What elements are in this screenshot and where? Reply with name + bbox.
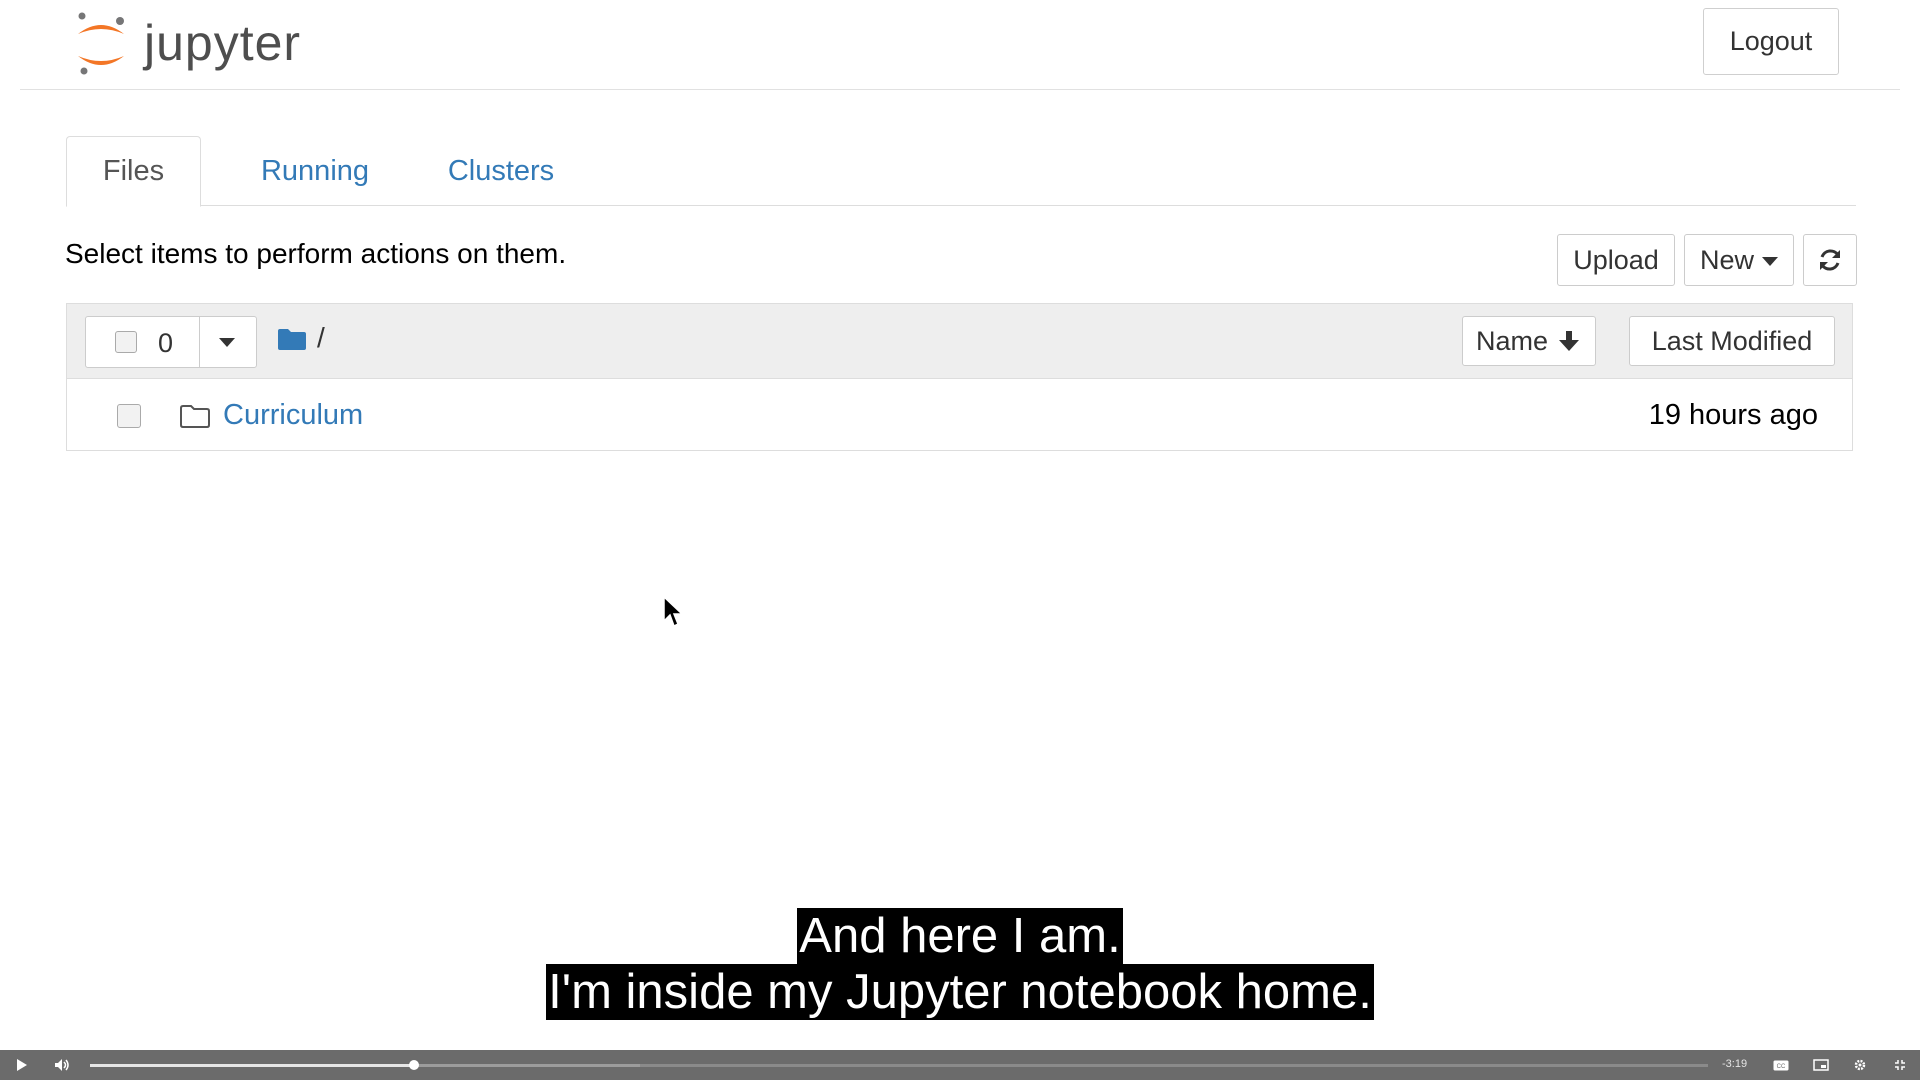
- file-list: 0 / Name Last Modified Curriculum 19 hou: [66, 303, 1853, 451]
- selected-count: 0: [158, 328, 174, 358]
- upload-button[interactable]: Upload: [1557, 234, 1675, 286]
- subtitles: And here I am. I'm inside my Jupyter not…: [0, 908, 1920, 1020]
- folder-outline-icon: [179, 403, 211, 434]
- settings-gear-icon[interactable]: [1850, 1050, 1870, 1080]
- tab-clusters[interactable]: Clusters: [426, 136, 576, 206]
- volume-icon[interactable]: [50, 1050, 74, 1080]
- progress-played: [90, 1064, 414, 1067]
- closed-captions-icon[interactable]: CC: [1770, 1050, 1792, 1080]
- progress-handle[interactable]: [408, 1060, 419, 1070]
- sort-by-modified-button[interactable]: Last Modified: [1629, 316, 1835, 366]
- caption-line-1: And here I am.: [797, 908, 1123, 964]
- sort-by-name-button[interactable]: Name: [1462, 316, 1596, 366]
- header-divider: [20, 89, 1900, 90]
- tab-running[interactable]: Running: [244, 136, 386, 206]
- jupyter-logo-icon: [78, 12, 124, 75]
- play-icon[interactable]: [12, 1050, 32, 1080]
- refresh-button[interactable]: [1803, 234, 1857, 286]
- jupyter-logo[interactable]: jupyter: [74, 10, 301, 76]
- new-button[interactable]: New: [1684, 234, 1794, 286]
- folder-link[interactable]: Curriculum: [223, 399, 363, 432]
- selection-hint: Select items to perform actions on them.: [65, 238, 567, 269]
- tab-files[interactable]: Files: [66, 136, 201, 207]
- select-group-divider: [199, 317, 200, 367]
- new-button-label: New: [1699, 244, 1754, 275]
- file-row[interactable]: Curriculum 19 hours ago: [67, 379, 1852, 451]
- chevron-down-icon: [1762, 257, 1778, 266]
- breadcrumb-root[interactable]: /: [317, 322, 325, 354]
- logout-button[interactable]: Logout: [1703, 8, 1839, 75]
- time-remaining: -3:19: [1722, 1058, 1748, 1070]
- last-modified: 19 hours ago: [1648, 399, 1818, 431]
- svg-text:CC: CC: [1777, 1064, 1786, 1070]
- tab-divider: [66, 205, 1856, 206]
- selection-dropdown-icon[interactable]: [219, 338, 235, 347]
- mouse-cursor-icon: [662, 595, 684, 634]
- picture-in-picture-icon[interactable]: [1810, 1050, 1832, 1080]
- arrow-down-icon: [1559, 331, 1580, 351]
- progress-bar[interactable]: [90, 1060, 1708, 1070]
- fullscreen-exit-icon[interactable]: [1890, 1050, 1910, 1080]
- header: jupyter Logout: [0, 0, 1920, 90]
- folder-icon[interactable]: [277, 327, 307, 356]
- tab-bar: Files Running Clusters: [66, 136, 1856, 207]
- refresh-icon: [1820, 249, 1840, 271]
- logo-text: jupyter: [144, 15, 302, 71]
- video-controls: -3:19 CC: [0, 1050, 1920, 1080]
- row-checkbox[interactable]: [117, 404, 141, 428]
- select-all-group: 0: [85, 316, 257, 368]
- file-list-header: 0 / Name Last Modified: [67, 304, 1852, 379]
- select-all-checkbox[interactable]: [115, 331, 137, 353]
- sort-name-label: Name: [1475, 325, 1549, 356]
- caption-line-2: I'm inside my Jupyter notebook home.: [546, 964, 1374, 1020]
